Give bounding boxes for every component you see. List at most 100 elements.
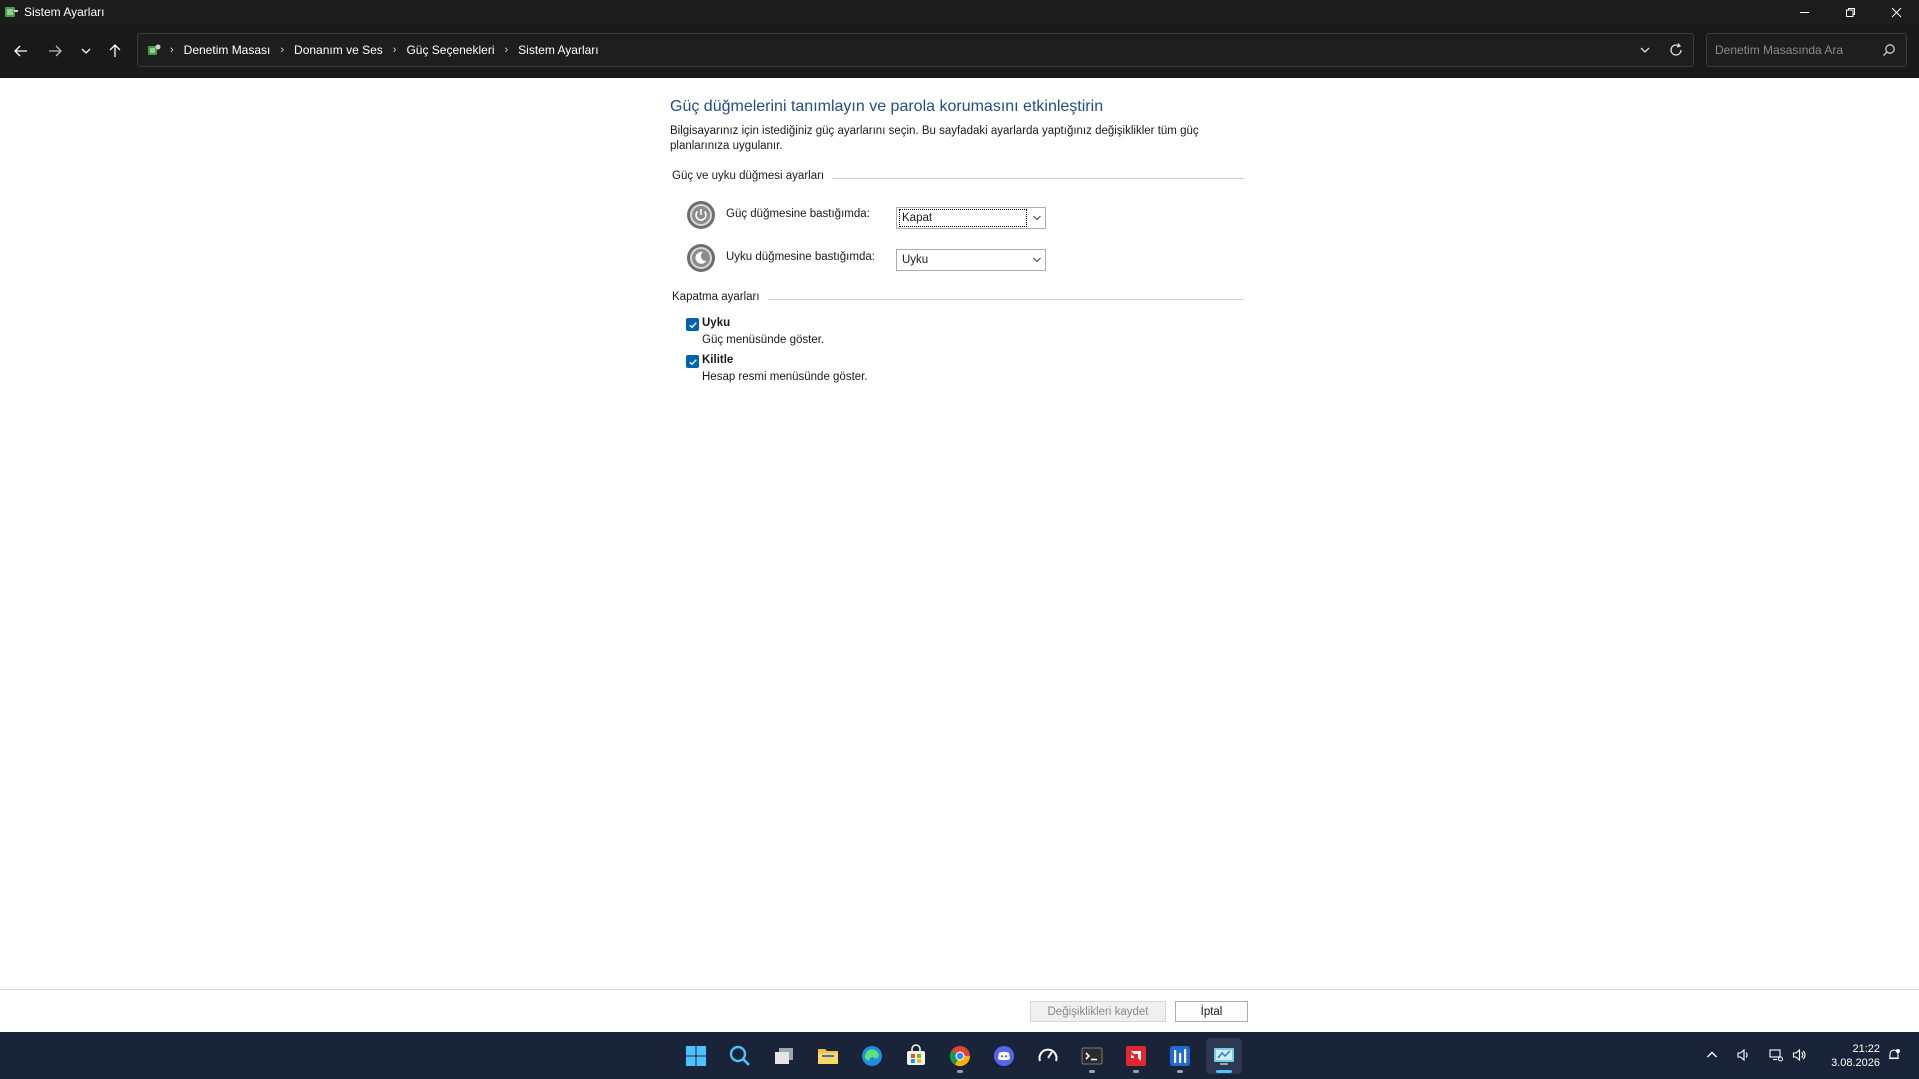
breadcrumb-separator: › bbox=[392, 44, 397, 56]
chevron-down-icon bbox=[1033, 215, 1041, 221]
search-box[interactable] bbox=[1706, 33, 1907, 67]
speedometer-icon bbox=[1038, 1048, 1058, 1062]
clock-date: 3.08.2026 bbox=[1831, 1057, 1880, 1069]
speedometer-app-button[interactable] bbox=[1030, 1038, 1066, 1074]
terminal-icon bbox=[1081, 1047, 1103, 1065]
breadcrumb-separator: › bbox=[504, 44, 509, 56]
task-view-button[interactable] bbox=[766, 1038, 802, 1074]
window-title: Sistem Ayarları bbox=[24, 5, 105, 19]
power-button-action-select[interactable]: Kapat bbox=[896, 207, 1046, 229]
search-icon bbox=[729, 1045, 750, 1066]
navigation-bar: › Denetim Masası › Donanım ve Ses › Güç … bbox=[0, 25, 1919, 78]
close-button[interactable] bbox=[1873, 0, 1919, 25]
clock-time: 21:22 bbox=[1852, 1043, 1880, 1055]
network-tray-button[interactable] bbox=[1767, 1046, 1785, 1064]
system-clock[interactable]: 21:22 3.08.2026 bbox=[1816, 1042, 1880, 1070]
task-view-icon bbox=[775, 1048, 793, 1064]
breadcrumb-item-guc-secenekleri[interactable]: Güç Seçenekleri bbox=[406, 43, 494, 57]
discord-button[interactable] bbox=[986, 1038, 1022, 1074]
sleep-option-checkbox[interactable] bbox=[686, 318, 699, 331]
edge-browser-button[interactable] bbox=[854, 1038, 890, 1074]
breadcrumb-item-sistem-ayarlari[interactable]: Sistem Ayarları bbox=[518, 43, 598, 57]
page-description: Bilgisayarınız için istediğiniz güç ayar… bbox=[670, 125, 1199, 152]
checkmark-icon bbox=[688, 321, 697, 328]
power-button-action-value: Kapat bbox=[899, 209, 1027, 227]
arrow-right-icon bbox=[49, 45, 62, 57]
microsoft-store-button[interactable] bbox=[898, 1038, 934, 1074]
chrome-button[interactable] bbox=[942, 1038, 978, 1074]
running-indicator bbox=[1133, 1070, 1139, 1073]
power-button-icon bbox=[687, 201, 715, 229]
power-options-app-icon bbox=[5, 7, 18, 17]
sleep-button-label: Uyku düğmesine bastığımda: bbox=[726, 251, 875, 263]
start-button[interactable] bbox=[678, 1038, 714, 1074]
up-button[interactable] bbox=[103, 39, 127, 63]
control-panel-taskbar-button[interactable] bbox=[1206, 1038, 1242, 1074]
breadcrumb-item-denetim-masasi[interactable]: Denetim Masası bbox=[184, 43, 271, 57]
arrow-left-icon bbox=[14, 45, 27, 57]
chrome-icon bbox=[949, 1046, 971, 1067]
restore-button[interactable] bbox=[1827, 0, 1873, 25]
forward-button[interactable] bbox=[43, 39, 67, 63]
speaker-icon bbox=[1737, 1048, 1748, 1062]
lock-option-checkbox[interactable] bbox=[686, 355, 699, 368]
power-sleep-buttons-section: Güç ve uyku düğmesi ayarları bbox=[672, 170, 1244, 186]
control-panel-icon bbox=[1214, 1048, 1234, 1065]
network-icon bbox=[1769, 1049, 1783, 1062]
notifications-button[interactable] bbox=[1885, 1046, 1903, 1064]
volume-icon bbox=[1792, 1048, 1806, 1062]
dialog-footer: Değişiklikleri kaydet İptal bbox=[0, 989, 1919, 1032]
windows-logo-icon bbox=[686, 1046, 706, 1066]
running-indicator bbox=[957, 1070, 963, 1073]
active-window-indicator bbox=[1216, 1070, 1232, 1073]
running-indicator bbox=[1177, 1070, 1183, 1073]
main-content: Güç düğmelerini tanımlayın ve parola kor… bbox=[0, 78, 1919, 989]
refresh-icon[interactable] bbox=[1668, 42, 1684, 58]
store-icon bbox=[907, 1044, 925, 1065]
power-button-label: Güç düğmesine bastığımda: bbox=[726, 208, 870, 220]
address-history-chevron-icon[interactable] bbox=[1637, 42, 1653, 58]
sleep-option-label[interactable]: Uyku bbox=[702, 317, 730, 329]
audio-device-tray-button[interactable] bbox=[1734, 1046, 1752, 1064]
amd-icon bbox=[1126, 1046, 1146, 1066]
page-title: Güç düğmelerini tanımlayın ve parola kor… bbox=[670, 98, 1104, 115]
arrow-up-icon bbox=[109, 44, 121, 57]
breadcrumb-separator: › bbox=[280, 44, 285, 56]
taskbar-search-button[interactable] bbox=[722, 1038, 758, 1074]
search-input[interactable] bbox=[1707, 34, 1877, 66]
file-explorer-button[interactable] bbox=[810, 1038, 846, 1074]
chevron-up-icon bbox=[1707, 1051, 1717, 1058]
section-title: Güç ve uyku düğmesi ayarları bbox=[672, 170, 833, 182]
shutdown-settings-section: Kapatma ayarları bbox=[672, 291, 1244, 307]
checkmark-icon bbox=[688, 358, 697, 365]
restore-icon bbox=[1845, 8, 1855, 17]
show-hidden-icons-button[interactable] bbox=[1703, 1046, 1721, 1064]
volume-tray-button[interactable] bbox=[1790, 1046, 1808, 1064]
search-icon[interactable] bbox=[1882, 43, 1896, 57]
edge-icon bbox=[862, 1046, 882, 1066]
sleep-option-description: Güç menüsünde göster. bbox=[702, 334, 825, 346]
sleep-button-icon bbox=[687, 244, 715, 272]
lock-option-label[interactable]: Kilitle bbox=[702, 354, 733, 366]
back-button[interactable] bbox=[9, 39, 33, 63]
minimize-button[interactable] bbox=[1781, 0, 1827, 25]
discord-icon bbox=[994, 1046, 1014, 1066]
running-indicator bbox=[1089, 1070, 1095, 1073]
control-panel-icon bbox=[148, 44, 161, 55]
breadcrumb-separator: › bbox=[170, 44, 174, 56]
minimize-icon bbox=[1799, 12, 1809, 13]
breadcrumb-item-donanim-ve-ses[interactable]: Donanım ve Ses bbox=[294, 43, 383, 57]
equalizer-icon bbox=[1170, 1046, 1190, 1066]
sleep-button-action-select[interactable]: Uyku bbox=[896, 249, 1046, 271]
audio-mixer-button[interactable] bbox=[1162, 1038, 1198, 1074]
amd-software-button[interactable] bbox=[1118, 1038, 1154, 1074]
save-changes-button[interactable]: Değişiklikleri kaydet bbox=[1030, 1001, 1166, 1022]
chevron-down-icon bbox=[1033, 257, 1041, 263]
terminal-button[interactable] bbox=[1074, 1038, 1110, 1074]
recent-locations-button[interactable] bbox=[74, 39, 98, 63]
address-bar[interactable]: › Denetim Masası › Donanım ve Ses › Güç … bbox=[137, 33, 1694, 67]
close-icon bbox=[1891, 7, 1901, 18]
cancel-button[interactable]: İptal bbox=[1175, 1001, 1248, 1022]
section-title: Kapatma ayarları bbox=[672, 291, 768, 303]
folder-icon bbox=[818, 1049, 838, 1064]
